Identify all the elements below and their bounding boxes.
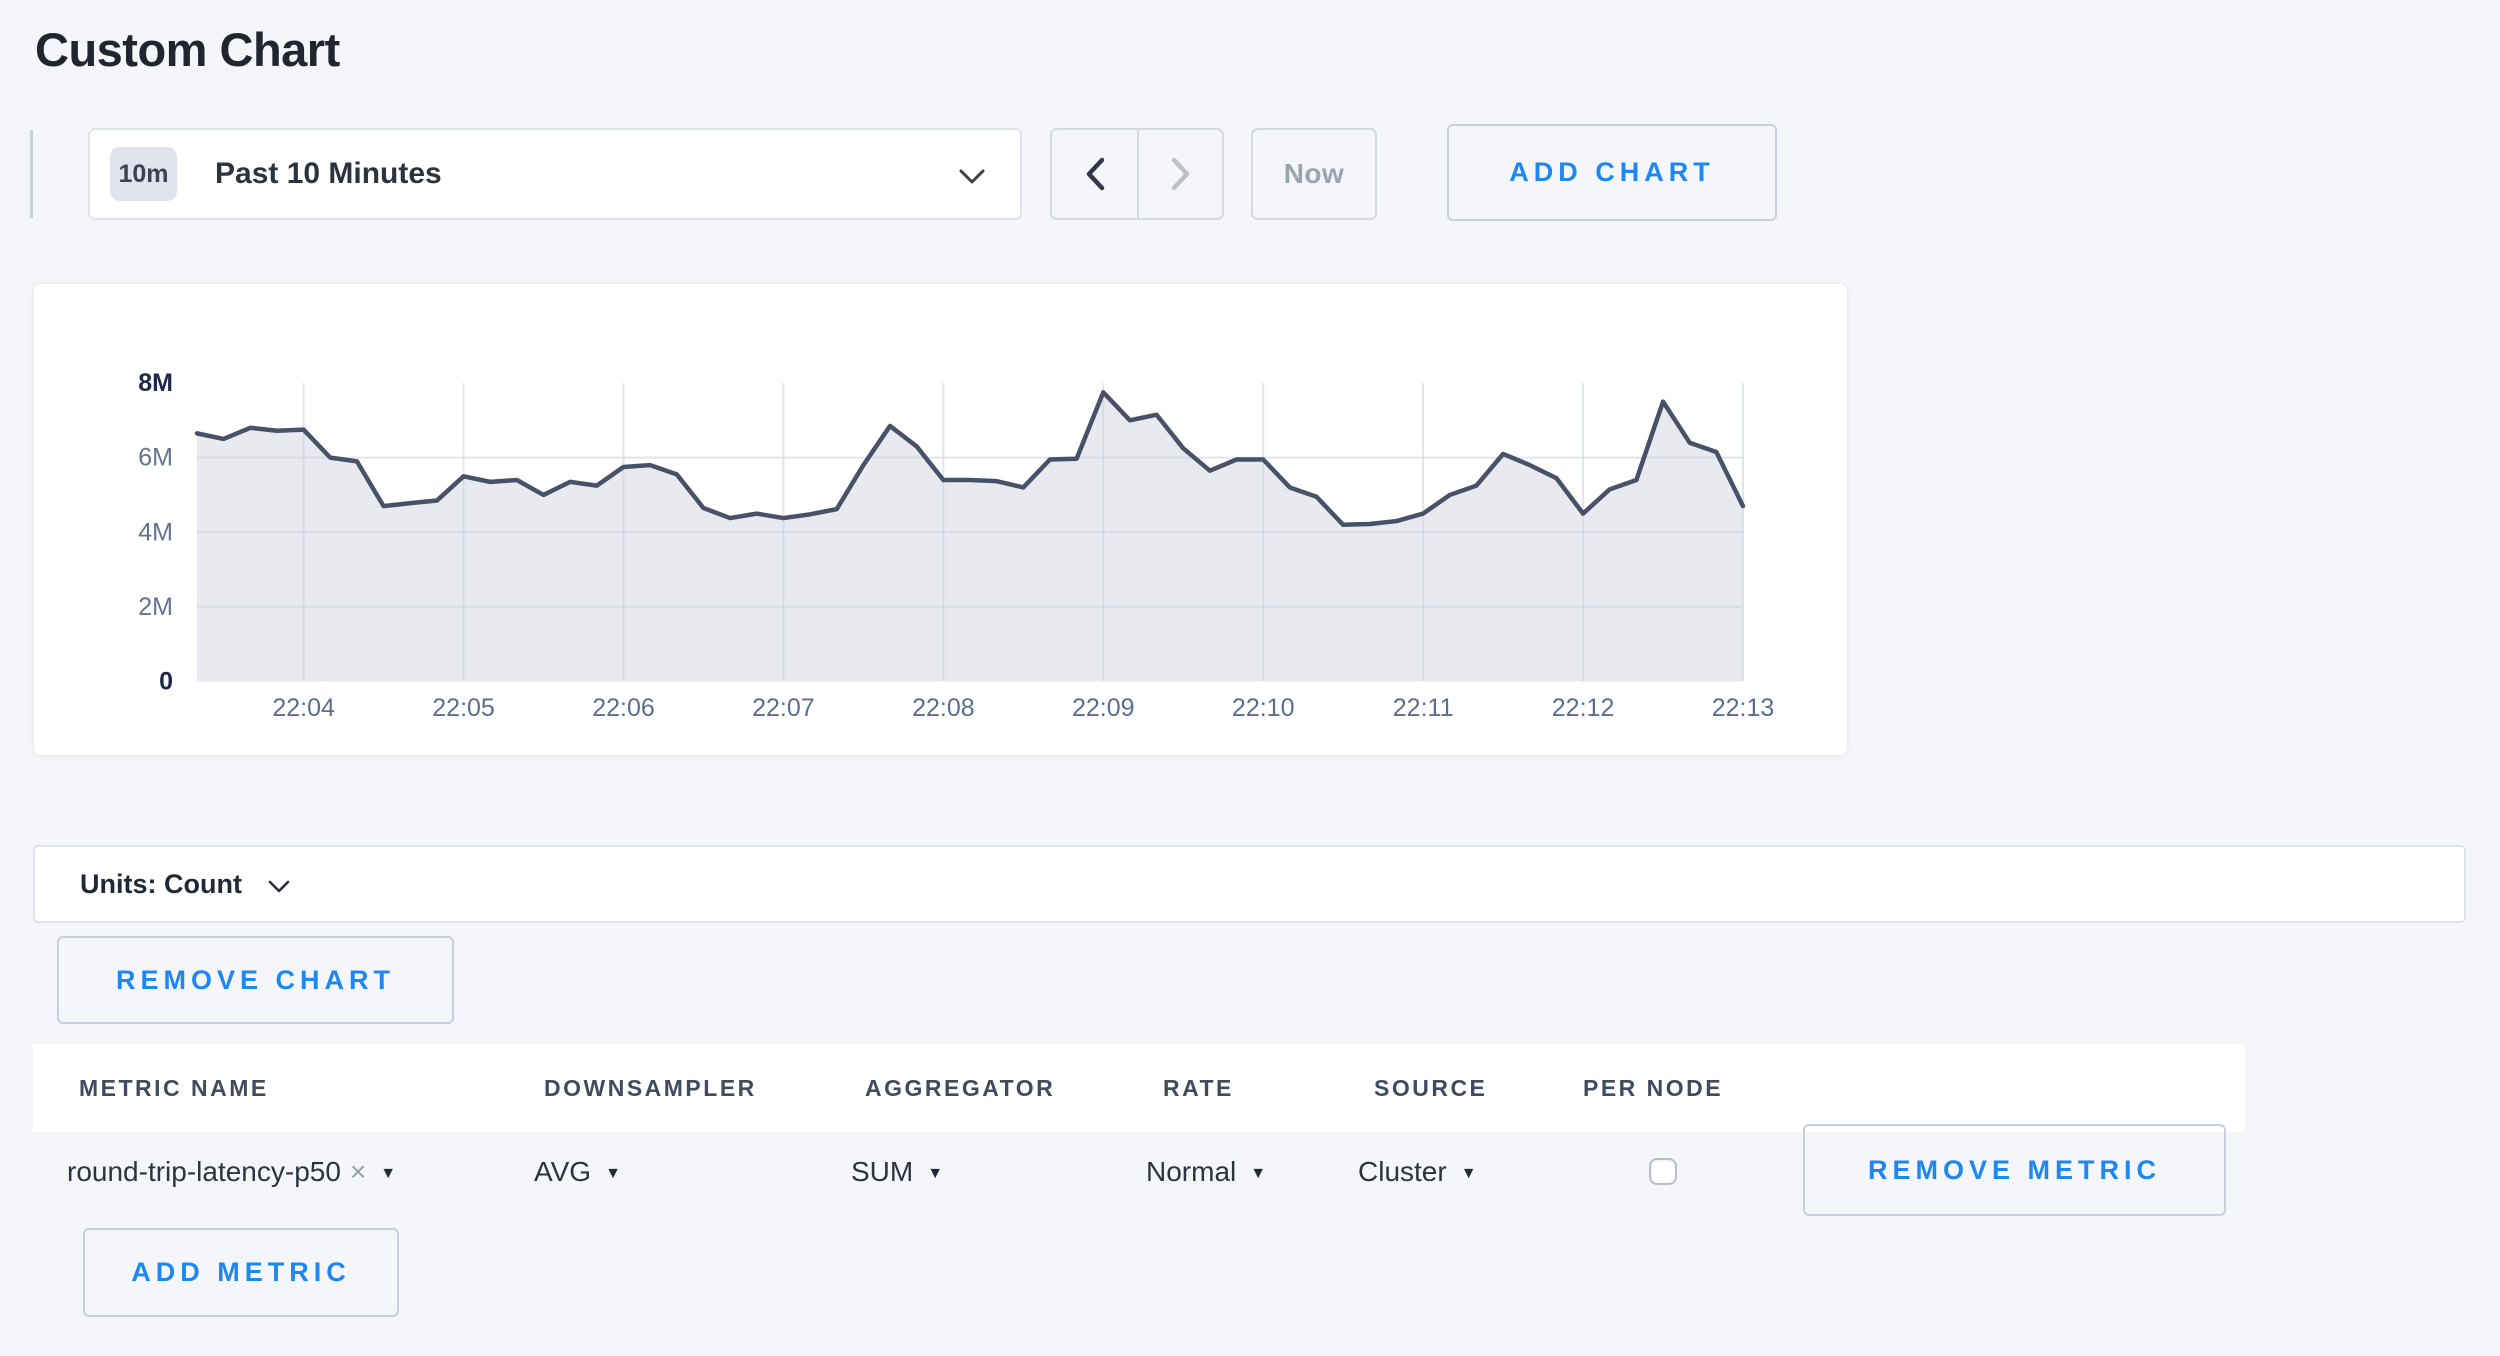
chart-x-tick-label: 22:11: [1393, 694, 1454, 722]
custom-chart-page: { "page": { "title": "Custom Chart" }, "…: [0, 0, 2500, 1356]
caret-down-icon: ▼: [605, 1165, 621, 1183]
time-step-control: [1050, 128, 1224, 220]
column-header-downsampler: DOWNSAMPLER: [544, 1044, 757, 1132]
caret-down-icon: ▼: [380, 1165, 396, 1183]
column-header-source: SOURCE: [1374, 1044, 1487, 1132]
chart-x-tick-label: 22:08: [912, 694, 975, 722]
chart-x-tick-label: 22:12: [1552, 694, 1615, 722]
add-metric-button[interactable]: ADD METRIC: [83, 1228, 399, 1317]
chart-x-tick-label: 22:07: [752, 694, 815, 722]
remove-chart-button[interactable]: REMOVE CHART: [57, 936, 454, 1024]
column-header-rate: RATE: [1163, 1044, 1234, 1132]
time-range-badge: 10m: [110, 147, 177, 201]
chart-area-fill: [197, 392, 1743, 681]
chart-x-tick-label: 22:10: [1232, 694, 1295, 722]
metrics-table-header: METRIC NAME DOWNSAMPLER AGGREGATOR RATE …: [33, 1044, 2245, 1132]
chart-y-tick-label: 6M: [138, 444, 173, 472]
units-dropdown[interactable]: Units: Count: [33, 845, 2466, 923]
column-header-metric-name: METRIC NAME: [79, 1044, 269, 1132]
metric-name-select[interactable]: round-trip-latency-p50 × ▼: [67, 1150, 396, 1194]
chart-x-tick-label: 22:13: [1712, 694, 1775, 722]
now-button[interactable]: Now: [1251, 128, 1377, 220]
chart-x-tick-label: 22:05: [432, 694, 495, 722]
rate-value: Normal: [1146, 1156, 1236, 1188]
downsampler-value: AVG: [534, 1156, 591, 1188]
metric-name-value: round-trip-latency-p50: [67, 1156, 341, 1188]
caret-down-icon: ▼: [1250, 1165, 1266, 1183]
rate-select[interactable]: Normal ▼: [1146, 1150, 1266, 1194]
chart-x-tick-label: 22:04: [272, 694, 335, 722]
chart-x-tick-label: 22:06: [592, 694, 655, 722]
chevron-right-icon: [1169, 156, 1193, 192]
time-forward-button[interactable]: [1137, 130, 1222, 218]
column-header-per-node: PER NODE: [1583, 1044, 1723, 1132]
page-title: Custom Chart: [35, 22, 340, 77]
chart-y-tick-label: 8M: [138, 369, 173, 397]
remove-metric-tag-icon[interactable]: ×: [350, 1156, 366, 1188]
time-range-dropdown[interactable]: 10m Past 10 Minutes: [88, 128, 1022, 220]
caret-down-icon: ▼: [927, 1165, 943, 1183]
chevron-down-icon: [958, 168, 986, 185]
source-value: Cluster: [1358, 1156, 1447, 1188]
per-node-checkbox[interactable]: [1649, 1158, 1677, 1185]
aggregator-value: SUM: [851, 1156, 913, 1188]
units-label: Units: Count: [80, 869, 242, 900]
chart-x-tick-label: 22:09: [1072, 694, 1135, 722]
remove-metric-button[interactable]: REMOVE METRIC: [1803, 1124, 2226, 1216]
chevron-left-icon: [1083, 156, 1107, 192]
downsampler-select[interactable]: AVG ▼: [534, 1150, 621, 1194]
source-select[interactable]: Cluster ▼: [1358, 1150, 1477, 1194]
chart-y-tick-label: 4M: [138, 518, 173, 546]
chart-y-tick-label: 2M: [138, 593, 173, 621]
aggregator-select[interactable]: SUM ▼: [851, 1150, 943, 1194]
column-header-aggregator: AGGREGATOR: [865, 1044, 1055, 1132]
time-back-button[interactable]: [1052, 130, 1137, 218]
add-chart-button[interactable]: ADD CHART: [1447, 124, 1777, 221]
timeseries-chart[interactable]: 8M 6M 4M 2M 0 22:04 22:05 22:06 22:07 22:08 22:09 2…: [34, 284, 1847, 755]
toolbar-divider: [30, 130, 33, 218]
chevron-down-icon: [268, 880, 290, 893]
time-range-label: Past 10 Minutes: [215, 157, 442, 191]
chart-panel: 8M 6M 4M 2M 0 22:04 22:05 22:06 22:07 22:08 22:09 2…: [33, 283, 1848, 756]
caret-down-icon: ▼: [1461, 1165, 1477, 1183]
chart-y-tick-label: 0: [159, 668, 173, 696]
